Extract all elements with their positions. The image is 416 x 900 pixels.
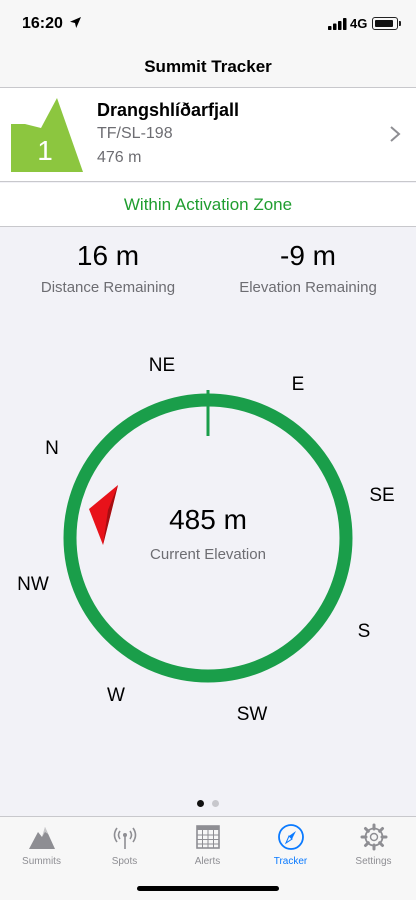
network-type: 4G [350, 16, 368, 31]
current-elevation-label: Current Elevation [150, 546, 266, 563]
distance-remaining-label: Distance Remaining [40, 279, 176, 296]
direction-pointer [89, 485, 118, 545]
status-bar: 16:20 4G [0, 0, 416, 48]
compass-label-ne: NE [149, 355, 175, 376]
compass-label-nw: NW [17, 574, 49, 595]
tab-alerts[interactable]: Alerts [166, 823, 249, 873]
status-time: 16:20 [22, 15, 63, 32]
location-arrow-icon [70, 17, 81, 28]
compass-label-n: N [45, 438, 59, 459]
tab-label-settings: Settings [355, 856, 392, 867]
compass-label-w: W [107, 685, 125, 706]
activation-zone-status: Within Activation Zone [123, 195, 293, 214]
battery-cap [399, 21, 401, 26]
summit-rank-badge: 1 [11, 98, 83, 172]
calendar-icon [195, 825, 220, 849]
tab-label-alerts: Alerts [194, 856, 221, 867]
compass-label-s: S [358, 621, 371, 642]
elevation-remaining-value: -9 m [280, 240, 336, 271]
chevron-right-icon [390, 126, 401, 142]
summit-height: 476 m [97, 149, 142, 166]
current-elevation-value: 485 m [169, 504, 247, 535]
tab-spots[interactable]: Spots [83, 823, 166, 873]
signal-strength-icon [328, 18, 347, 30]
mountain-icon [28, 827, 55, 849]
compass-label-sw: SW [237, 704, 268, 725]
tab-label-spots: Spots [111, 856, 138, 867]
battery-icon [372, 17, 398, 30]
compass: N NE E SE S SW W NW 485 m Current Elevat… [17, 355, 395, 725]
tab-label-summits: Summits [22, 856, 61, 867]
compass-label-e: E [292, 374, 305, 395]
compass-icon [277, 824, 304, 850]
tab-settings[interactable]: Settings [332, 823, 415, 873]
compass-ring [63, 393, 353, 683]
summit-rank-number: 1 [37, 135, 53, 166]
activation-zone-banner: Within Activation Zone [0, 183, 416, 227]
antenna-icon [113, 827, 136, 849]
summit-reference: TF/SL-198 [97, 125, 173, 142]
distance-remaining-value: 16 m [76, 240, 140, 271]
page-title: Summit Tracker [144, 57, 272, 76]
gear-icon [360, 823, 387, 851]
summit-name: Drangshlíðarfjall [97, 100, 240, 120]
tab-label-tracker: Tracker [273, 856, 308, 867]
tab-tracker[interactable]: Tracker [249, 823, 332, 873]
home-indicator [137, 886, 279, 891]
elevation-remaining-label: Elevation Remaining [239, 279, 377, 296]
page-dot-1[interactable] [197, 800, 204, 807]
page-indicator[interactable] [0, 794, 416, 812]
tab-summits[interactable]: Summits [0, 823, 83, 873]
compass-label-se: SE [369, 485, 394, 506]
navigation-bar: Summit Tracker [0, 48, 416, 88]
page-dot-2[interactable] [212, 800, 219, 807]
summit-card[interactable]: 1 Drangshlíðarfjall TF/SL-198 476 m [0, 88, 416, 182]
